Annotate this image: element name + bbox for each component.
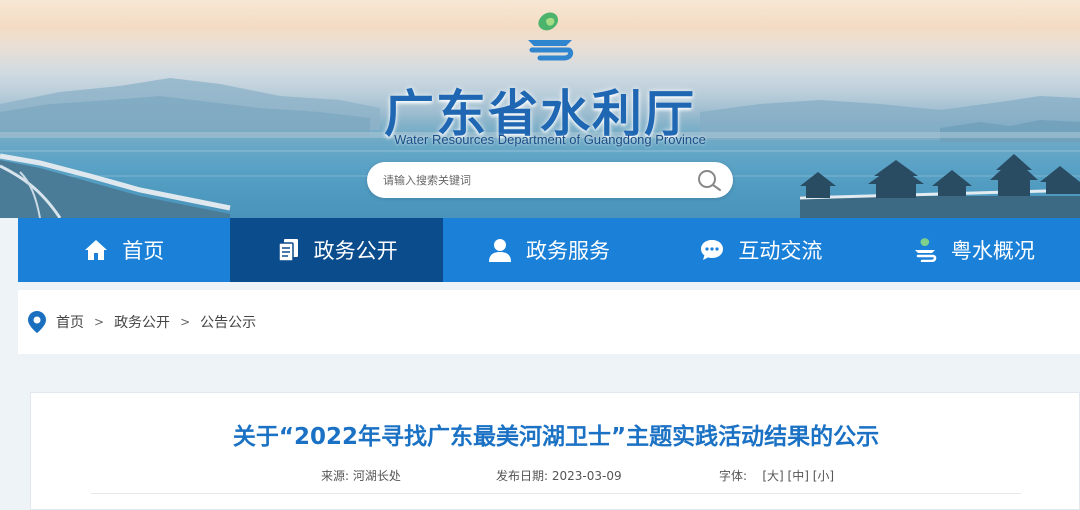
nav-item-home[interactable]: 首页 bbox=[18, 218, 230, 282]
article-panel: 关于“2022年寻找广东最美河湖卫士”主题实践活动结果的公示 来源: 河湖长处 … bbox=[30, 392, 1080, 510]
home-icon bbox=[85, 240, 108, 260]
article-title: 关于“2022年寻找广东最美河湖卫士”主题实践活动结果的公示 bbox=[232, 424, 880, 450]
nav-item-government-affairs[interactable]: 政务公开 bbox=[230, 218, 443, 282]
breadcrumb-item-announcements[interactable]: 公告公示 bbox=[200, 312, 256, 332]
yue-logo-icon bbox=[914, 238, 937, 262]
header-banner: 广东省水利厅 Water Resources Department of Gua… bbox=[0, 0, 1080, 218]
nav-item-label: 首页 bbox=[122, 239, 165, 263]
font-size-medium-button[interactable]: [中] bbox=[788, 469, 809, 483]
font-size-label: 字体: bbox=[719, 469, 748, 483]
divider bbox=[91, 493, 1021, 494]
nav-item-label: 政务公开 bbox=[313, 239, 398, 263]
date-value: 2023-03-09 bbox=[551, 469, 622, 483]
breadcrumb-item-government-affairs[interactable]: 政务公开 bbox=[114, 312, 170, 332]
font-size-small-button[interactable]: [小] bbox=[813, 469, 834, 483]
date-label: 发布日期: bbox=[496, 469, 549, 483]
source-value: 河湖长处 bbox=[352, 469, 401, 483]
search-icon[interactable] bbox=[695, 168, 723, 192]
source-label: 来源: bbox=[321, 469, 350, 483]
search-box bbox=[367, 162, 733, 198]
location-pin-icon bbox=[28, 311, 46, 333]
nav-item-interaction[interactable]: 互动交流 bbox=[655, 218, 867, 282]
yue-logo bbox=[528, 12, 574, 61]
font-size-large-button[interactable]: [大] bbox=[762, 469, 783, 483]
nav-item-overview[interactable]: 粤水概况 bbox=[868, 218, 1080, 282]
chat-icon bbox=[701, 240, 724, 260]
nav-item-label: 政务服务 bbox=[526, 239, 611, 263]
breadcrumb-item-home[interactable]: 首页 bbox=[56, 312, 84, 332]
font-size-selector: 字体: [大] [中] [小] bbox=[719, 467, 834, 484]
nav-item-government-services[interactable]: 政务服务 bbox=[443, 218, 655, 282]
document-icon bbox=[277, 239, 298, 262]
article-date: 发布日期: 2023-03-09 bbox=[496, 467, 622, 484]
breadcrumb-separator: > bbox=[94, 315, 105, 329]
main-nav: 首页 政务公开 政务服务 互动交流 粤水概况 bbox=[18, 218, 1080, 282]
site-subtitle: Water Resources Department of Guangdong … bbox=[394, 132, 706, 147]
nav-item-label: 粤水概况 bbox=[950, 239, 1035, 263]
user-icon bbox=[489, 239, 512, 262]
breadcrumb-separator: > bbox=[180, 315, 191, 329]
article-source: 来源: 河湖长处 bbox=[321, 467, 401, 484]
search-input[interactable] bbox=[383, 162, 683, 198]
breadcrumb: 首页 > 政务公开 > 公告公示 bbox=[18, 290, 1080, 354]
nav-item-label: 互动交流 bbox=[738, 239, 823, 263]
